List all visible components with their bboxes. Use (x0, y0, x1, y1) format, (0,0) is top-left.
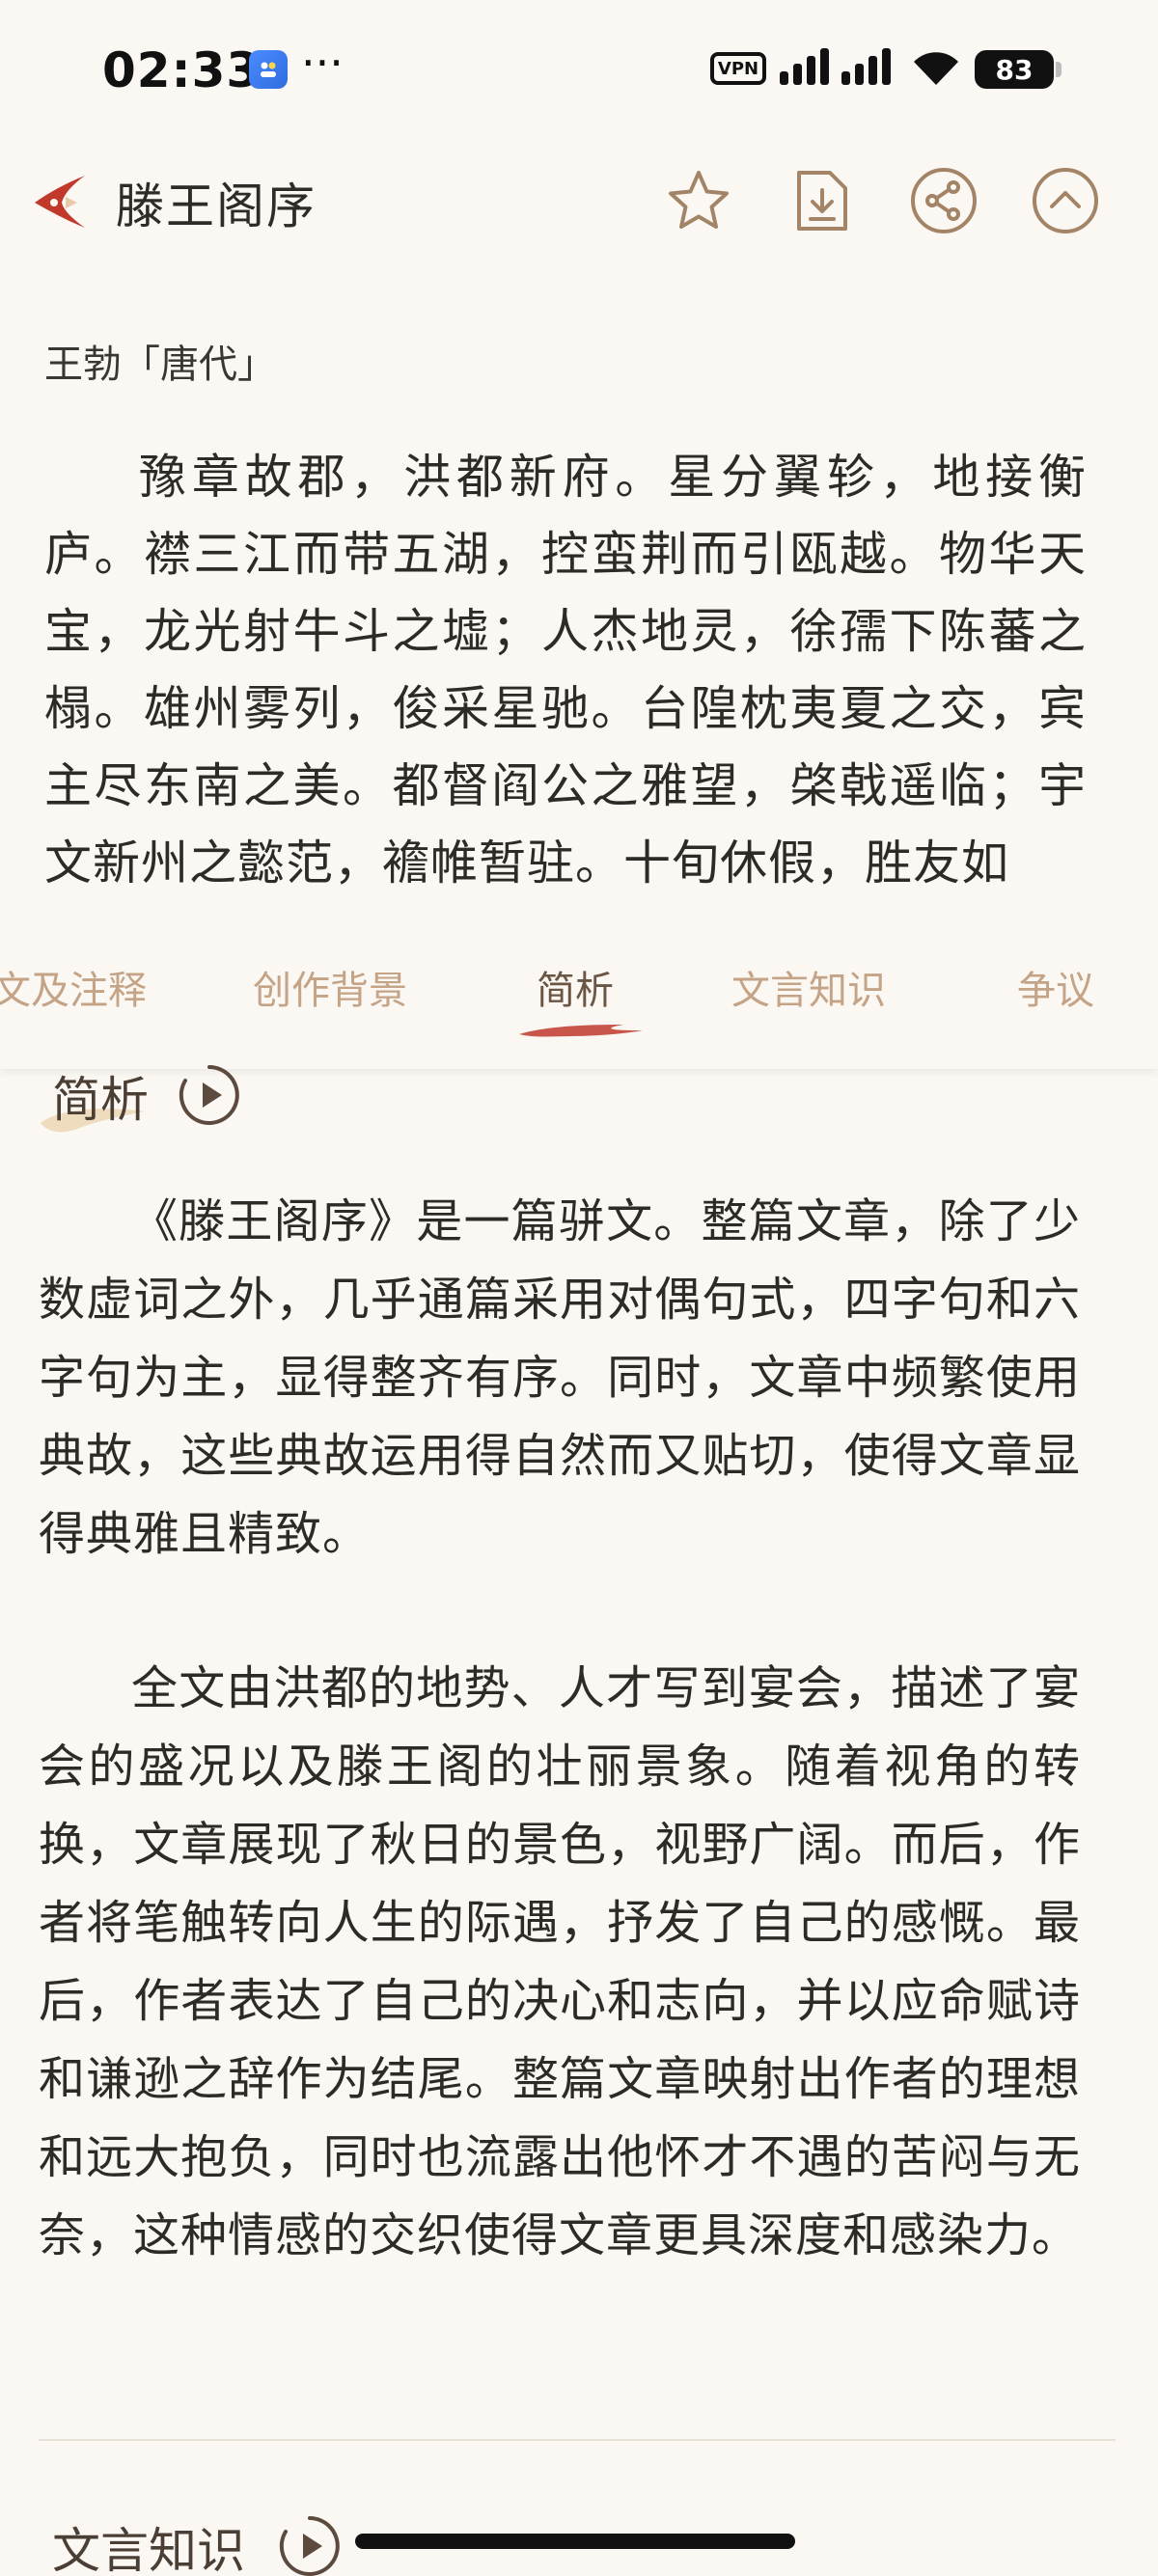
classical-knowledge-section-header: 文言知识 (39, 2512, 367, 2576)
header: 滕王阁序 (0, 145, 1158, 260)
status-time: 02:33 (102, 42, 262, 98)
page-title: 滕王阁序 (116, 178, 317, 234)
tab-background[interactable]: 创作背景 (253, 959, 407, 1015)
tab-translation[interactable]: 文及注释 (0, 959, 147, 1015)
favorite-button[interactable] (662, 164, 735, 237)
tab-controversy[interactable]: 争议 (1017, 959, 1094, 1015)
section-tab-bar: 文及注释 创作背景 简析 文言知识 争议 (0, 924, 1158, 1069)
classical-knowledge-title: 文言知识 (52, 2523, 245, 2576)
analysis-section-header: 简析 (39, 1061, 270, 1138)
tab-analysis[interactable]: 简析 (537, 959, 614, 1015)
home-indicator[interactable] (355, 2534, 795, 2549)
star-icon (669, 171, 729, 229)
play-audio-icon[interactable] (178, 1063, 241, 1127)
active-tab-underline (519, 1025, 643, 1037)
vpn-icon: VPN (710, 52, 766, 85)
poem-text: 豫章故郡，洪都新府。星分翼轸，地接衡庐。襟三江而带五湖，控蛮荆而引瓯越。物华天宝… (44, 450, 1087, 891)
section-divider (39, 2439, 1116, 2441)
share-icon (911, 168, 977, 233)
collapse-icon (1033, 168, 1098, 233)
status-bar: 02:33 ··· VPN 83 (0, 0, 1158, 145)
signal-icon (780, 48, 891, 85)
app-notification-icon (249, 50, 288, 89)
analysis-title: 简析 (52, 1072, 149, 1128)
collapse-button[interactable] (1029, 164, 1102, 237)
download-icon (797, 171, 847, 231)
wifi-icon (914, 52, 958, 85)
play-audio-icon[interactable] (278, 2514, 342, 2576)
tab-classical-knowledge[interactable]: 文言知识 (731, 959, 886, 1015)
battery-indicator: 83 (975, 50, 1054, 89)
poem-author: 王勃「唐代」 (44, 343, 276, 387)
more-notifications-icon: ··· (301, 37, 344, 89)
back-icon[interactable] (27, 168, 91, 235)
download-button[interactable] (786, 164, 859, 237)
analysis-paragraph-2: 全文由洪都的地势、人才写到宴会，描述了宴会的盛况以及滕王阁的壮丽景象。随着视角的… (39, 1661, 1081, 2262)
analysis-paragraph-1: 《滕王阁序》是一篇骈文。整篇文章，除了少数虚词之外，几乎通篇采用对偶句式，四字句… (39, 1194, 1081, 1561)
page: 02:33 ··· VPN 83 滕王阁序 王勃「唐代」 豫章故郡，洪都新府。星… (0, 0, 1158, 2576)
battery-tip (1056, 62, 1062, 77)
share-button[interactable] (907, 164, 980, 237)
